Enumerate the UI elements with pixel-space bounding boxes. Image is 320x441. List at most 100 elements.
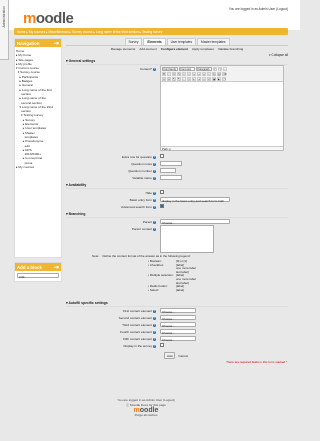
media-icon[interactable]: ▶ xyxy=(217,76,221,81)
help-icon[interactable]: ? xyxy=(153,205,156,209)
superscript-icon[interactable]: x xyxy=(187,71,191,76)
help-icon[interactable]: ? xyxy=(153,220,156,224)
login-info[interactable]: You are logged in as Admin User (Logout) xyxy=(229,7,288,11)
help-icon[interactable]: ? xyxy=(153,330,156,334)
image-icon[interactable]: ▣ xyxy=(212,76,216,81)
bg-color-icon[interactable]: A xyxy=(167,76,171,81)
html-icon[interactable]: <> xyxy=(222,76,226,81)
administration-tab[interactable]: Administration xyxy=(0,0,9,60)
autofill-select[interactable]: Choose... xyxy=(160,315,196,321)
extra-row-label: Extra row for question? xyxy=(121,154,156,159)
purge-caches-link[interactable]: Purge all caches xyxy=(66,413,226,418)
align-left-icon[interactable]: ≡ xyxy=(192,71,196,76)
help-icon[interactable]: ? xyxy=(153,344,156,348)
outdent-icon[interactable]: ⇤ xyxy=(192,76,196,81)
help-icon[interactable]: ? xyxy=(153,323,156,327)
bullet-list-icon[interactable]: • xyxy=(182,76,186,81)
availability-header[interactable]: ▾ Availability xyxy=(66,182,288,189)
breadcrumb-text[interactable]: Home ▸ My courses ▸ Miscellaneous ▸ Surv… xyxy=(17,30,162,34)
parent-select[interactable]: Choose... xyxy=(160,219,230,225)
block-controls-icon[interactable]: ◂ ▣ xyxy=(54,265,59,269)
find-icon[interactable]: ⌕ xyxy=(223,67,227,71)
variable-name-input[interactable] xyxy=(160,175,182,180)
strike-icon[interactable]: S xyxy=(177,71,181,76)
hide-label: Hide? xyxy=(145,190,156,195)
autofill-header[interactable]: ▾ Autofill specific settings xyxy=(66,300,288,307)
align-right-icon[interactable]: ≡ xyxy=(202,71,206,76)
autofill-select[interactable]: Choose... xyxy=(160,329,196,335)
text-color-icon[interactable]: A xyxy=(162,76,166,81)
subtab-apply-templates[interactable]: Apply templates xyxy=(192,47,214,51)
question-notes-input[interactable] xyxy=(160,161,182,166)
underline-icon[interactable]: U xyxy=(172,71,176,76)
help-icon[interactable]: ? xyxy=(153,176,156,180)
autofill-label: Fourth content element? xyxy=(120,329,156,334)
unlink-icon[interactable]: ⊘ xyxy=(207,76,211,81)
paragraph-select[interactable]: Paragraph xyxy=(196,67,212,71)
general-settings-header[interactable]: ▾ General settings xyxy=(66,58,288,65)
block-controls-icon[interactable]: ◂ ▣ xyxy=(54,41,59,45)
copy-icon[interactable]: ⎘ xyxy=(212,71,216,76)
ltr-icon[interactable]: ¶ xyxy=(172,76,176,81)
help-icon[interactable]: ? xyxy=(153,316,156,320)
add-block-select[interactable]: Add... xyxy=(17,273,59,279)
subscript-icon[interactable]: x xyxy=(182,71,186,76)
font-family-select[interactable]: Font family xyxy=(162,67,178,71)
question-number-input[interactable] xyxy=(160,168,176,173)
nav-item[interactable]: ▸ My courses xyxy=(16,165,60,169)
autofill-label: First content element? xyxy=(123,308,156,313)
advanced-form-checkbox[interactable] xyxy=(160,204,164,208)
cancel-button[interactable]: Cancel xyxy=(176,353,190,358)
rtl-icon[interactable]: ¶ xyxy=(177,76,181,81)
help-icon[interactable]: ? xyxy=(153,191,156,195)
bold-icon[interactable]: B xyxy=(162,71,166,76)
editor-toolbar: Font family Font size Paragraph ↶ ↷ ⌕ BIUS… xyxy=(161,66,283,82)
moodle-logo[interactable]: moodle xyxy=(23,10,74,27)
subtab-validate-branching[interactable]: Validate branching xyxy=(218,47,243,51)
autofill-select[interactable]: Choose... xyxy=(160,322,196,328)
autofill-select[interactable]: Choose... xyxy=(160,308,196,314)
main-content: Survey Elements User templates Master templ… xyxy=(66,38,288,364)
collapse-all-link[interactable]: ▾ Collapse all xyxy=(66,53,288,57)
font-size-select[interactable]: Font size xyxy=(179,67,195,71)
autofill-select[interactable]: Choose... xyxy=(160,336,196,342)
extra-row-checkbox[interactable] xyxy=(160,154,164,158)
tab-survey[interactable]: Survey xyxy=(124,38,143,45)
tab-user-templates[interactable]: User templates xyxy=(166,38,197,45)
tab-elements[interactable]: Elements xyxy=(143,38,166,45)
secondary-tabs: Manage elements Add element Configure elem… xyxy=(66,45,288,51)
indent-icon[interactable]: ⇥ xyxy=(197,76,201,81)
paste-icon[interactable]: ▤ xyxy=(217,71,221,76)
redo-icon[interactable]: ↷ xyxy=(218,67,222,71)
legend-value: [label] xyxy=(176,287,185,292)
help-icon[interactable]: ? xyxy=(153,169,156,173)
content-editor[interactable]: Font family Font size Paragraph ↶ ↷ ⌕ BIUS… xyxy=(160,65,284,151)
branching-header[interactable]: ▾ Branching xyxy=(66,211,288,218)
cut-icon[interactable]: ✂ xyxy=(207,71,211,76)
help-icon[interactable]: ? xyxy=(153,162,156,166)
subtab-configure-element[interactable]: Configure element xyxy=(161,47,188,51)
display-in-survey-checkbox[interactable] xyxy=(160,343,164,347)
parent-content-textarea[interactable] xyxy=(160,225,214,253)
tab-master-templates[interactable]: Master templates xyxy=(197,38,230,45)
help-icon[interactable]: ? xyxy=(153,337,156,341)
help-icon[interactable]: ? xyxy=(153,198,156,202)
number-list-icon[interactable]: 1 xyxy=(187,76,191,81)
navigation-tree: Home ▸ My home ▸ Site pages ▸ My profile ▾ C… xyxy=(15,47,61,171)
clear-format-icon[interactable]: ⌫ xyxy=(222,71,227,76)
hide-checkbox[interactable] xyxy=(160,190,164,194)
basic-form-select[interactable]: display in the basic entry and search fo… xyxy=(160,197,230,203)
help-icon[interactable]: ? xyxy=(153,67,156,71)
legend-key: • Select: xyxy=(148,287,160,292)
italic-icon[interactable]: I xyxy=(167,71,171,76)
help-icon[interactable]: ? xyxy=(153,155,156,159)
help-icon[interactable]: ? xyxy=(153,227,156,231)
align-center-icon[interactable]: ≡ xyxy=(197,71,201,76)
undo-icon[interactable]: ↶ xyxy=(213,67,217,71)
help-icon[interactable]: ? xyxy=(153,309,156,313)
breadcrumb: Home ▸ My courses ▸ Miscellaneous ▸ Surv… xyxy=(14,28,288,35)
add-button[interactable]: Add xyxy=(163,352,176,359)
subtab-add-element[interactable]: Add element xyxy=(139,47,156,51)
link-icon[interactable]: ∞ xyxy=(202,76,206,81)
subtab-manage-elements[interactable]: Manage elements xyxy=(111,47,136,51)
